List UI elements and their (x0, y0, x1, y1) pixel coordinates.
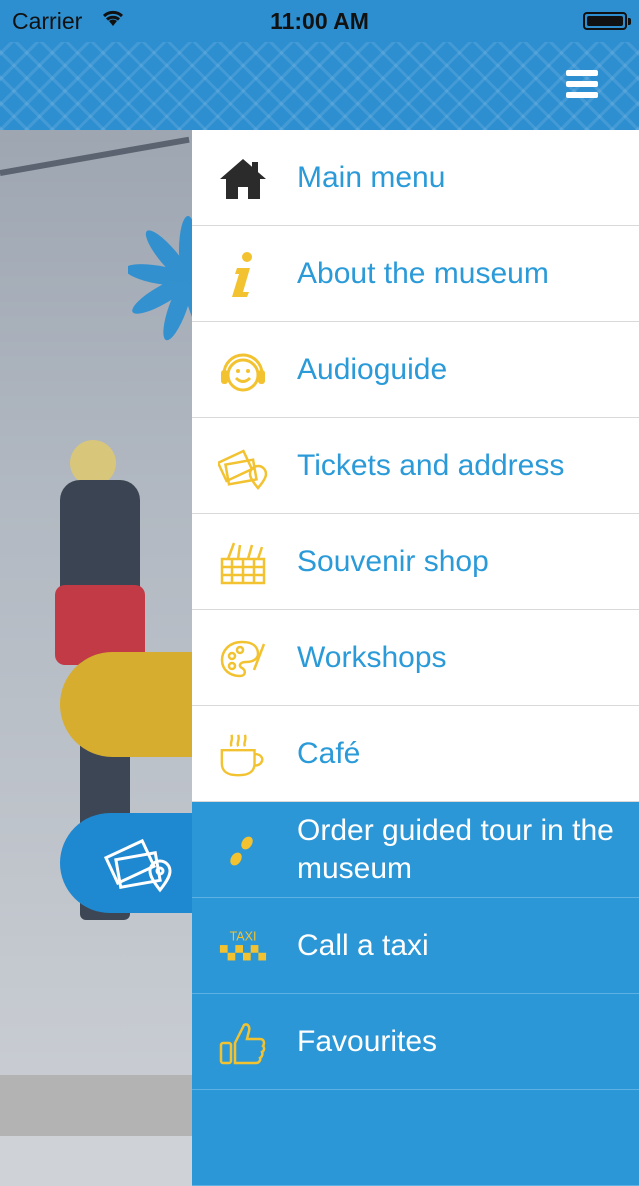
menu-item-label: Main menu (297, 160, 446, 194)
menu-item-tickets-and-address[interactable]: Tickets and address (192, 418, 639, 514)
menu-item-partial[interactable] (192, 1090, 639, 1186)
menu-item-label: Souvenir shop (297, 544, 489, 578)
menu-item-label: Tickets and address (297, 448, 565, 482)
menu-item-workshops[interactable]: Workshops (192, 610, 639, 706)
background-photo (0, 130, 192, 1075)
menu-item-call-a-taxi[interactable]: TAXI Call a taxi (192, 898, 639, 994)
menu-item-favourites[interactable]: Favourites (192, 994, 639, 1090)
hamburger-menu-button[interactable] (560, 64, 604, 104)
status-bar: Carrier 11:00 AM (0, 0, 639, 42)
menu-item-order-guided-tour[interactable]: Order guided tour in the museum (192, 802, 639, 898)
navigation-drawer: Main menu About the museum Audioguide Ti… (192, 130, 639, 1186)
status-time: 11:00 AM (270, 8, 369, 34)
menu-item-main-menu[interactable]: Main menu (192, 130, 639, 226)
menu-item-about-the-museum[interactable]: About the museum (192, 226, 639, 322)
audioguide-shortcut-button[interactable] (60, 652, 192, 757)
taxi-icon: TAXI (218, 922, 268, 972)
palette-icon (218, 634, 268, 684)
tickets-location-icon (104, 838, 172, 893)
headphones-smiley-icon (218, 346, 268, 396)
thumbs-up-icon (218, 1018, 268, 1068)
bottom-bar (0, 1075, 192, 1136)
menu-item-label: Order guided tour in the museum (297, 813, 614, 885)
footsteps-icon (218, 826, 268, 876)
info-icon (218, 250, 268, 300)
menu-item-label: About the museum (297, 256, 549, 290)
museum-logo-flower-icon (128, 216, 192, 341)
tickets-location-icon (218, 442, 268, 492)
taxi-badge-text: TAXI (230, 929, 257, 943)
menu-item-souvenir-shop[interactable]: Souvenir shop (192, 514, 639, 610)
battery-icon (583, 12, 631, 30)
home-icon (218, 154, 268, 204)
coffee-cup-icon (218, 730, 268, 780)
basket-icon (218, 538, 268, 588)
menu-item-cafe[interactable]: Café (192, 706, 639, 802)
menu-item-label: Favourites (297, 1024, 438, 1058)
menu-item-audioguide[interactable]: Audioguide (192, 322, 639, 418)
menu-item-label: Audioguide (297, 352, 448, 386)
menu-item-label: Café (297, 736, 361, 770)
menu-item-label: Workshops (297, 640, 447, 674)
menu-item-label: Call a taxi (297, 928, 429, 962)
